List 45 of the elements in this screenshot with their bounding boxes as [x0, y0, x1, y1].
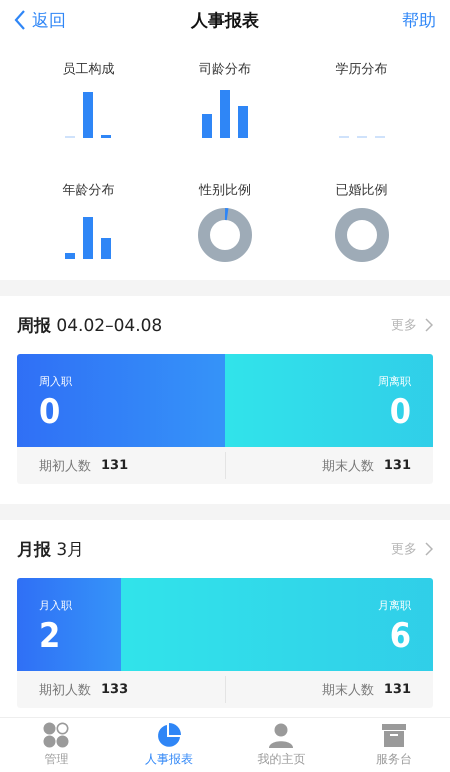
tab-item[interactable]: 管理: [0, 718, 112, 772]
page-title: 人事报表: [190, 10, 260, 32]
more-link[interactable]: 更多: [391, 316, 433, 334]
back-button[interactable]: 返回: [14, 8, 66, 32]
chart-label: 学历分布: [336, 61, 388, 78]
leave-label: 月离职: [378, 598, 411, 613]
start-count: 133: [101, 682, 128, 697]
chart-label: 员工构成: [62, 61, 114, 78]
chevron-right-icon: [425, 318, 433, 332]
start-count-label: 期初人数: [39, 682, 91, 698]
donut-chart: [334, 207, 390, 263]
more-link[interactable]: 更多: [391, 540, 433, 558]
help-button[interactable]: 帮助: [402, 8, 436, 32]
end-count-label: 期末人数: [322, 682, 374, 698]
chevron-left-icon: [14, 9, 26, 31]
leave-label: 周离职: [378, 374, 411, 389]
join-count: 2: [39, 616, 60, 656]
report-title: 月报 3月: [17, 538, 84, 560]
report-title: 周报 04.02–04.08: [17, 314, 162, 336]
tab-item[interactable]: 人事报表: [112, 718, 225, 772]
join-label: 月入职: [39, 598, 72, 613]
start-count-label: 期初人数: [39, 458, 91, 474]
end-count-label: 期末人数: [322, 458, 374, 474]
donut-chart: [196, 207, 253, 263]
grid-icon: [43, 722, 70, 748]
chart-label: 司龄分布: [198, 61, 251, 78]
chart-label: 性别比例: [198, 182, 251, 199]
join-count: 0: [39, 392, 60, 432]
start-count: 131: [101, 458, 128, 473]
person-icon: [268, 722, 294, 748]
end-count: 131: [384, 682, 411, 697]
pie-chart-icon: [156, 722, 182, 748]
join-label: 周入职: [39, 374, 72, 389]
chevron-right-icon: [425, 542, 433, 556]
mini-bar-chart: [202, 90, 248, 138]
end-count: 131: [384, 458, 411, 473]
leave-count: 6: [390, 616, 411, 656]
tab-item[interactable]: 服务台: [338, 718, 450, 772]
mini-bar-chart: [65, 92, 112, 138]
archive-box-icon: [380, 722, 407, 748]
tab-item[interactable]: 我的主页: [225, 718, 338, 772]
mini-bar-chart: [65, 217, 112, 259]
chart-label: 年龄分布: [62, 182, 114, 199]
chart-label: 已婚比例: [336, 182, 388, 199]
leave-count: 0: [390, 392, 411, 432]
